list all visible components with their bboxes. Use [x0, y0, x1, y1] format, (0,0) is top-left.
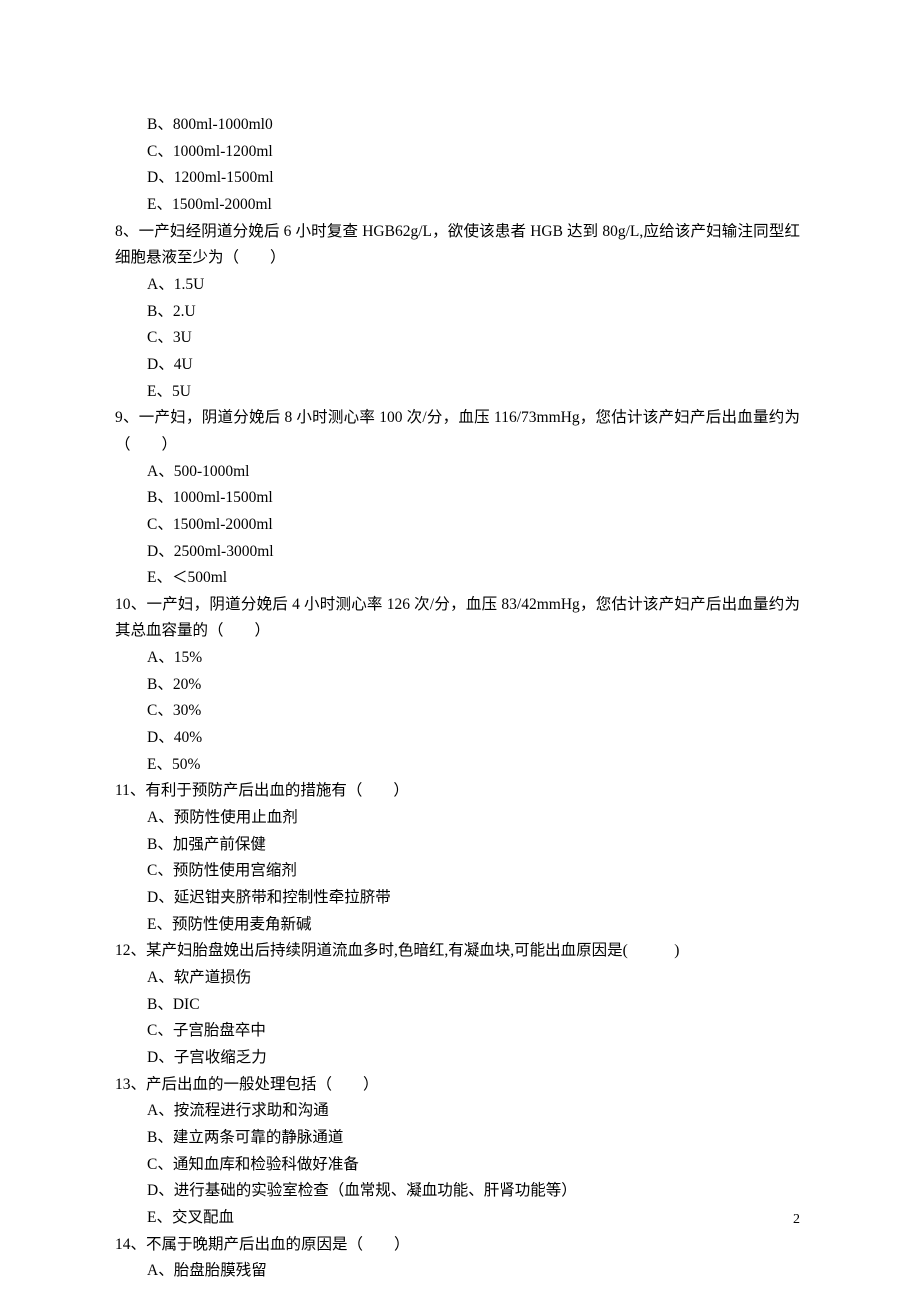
- question-11-stem: 11、有利于预防产后出血的措施有（ ）: [115, 778, 800, 805]
- option-e: E、交叉配血: [115, 1205, 800, 1232]
- question-13-stem: 13、产后出血的一般处理包括（ ）: [115, 1072, 800, 1099]
- option-a: A、胎盘胎膜残留: [115, 1258, 800, 1285]
- question-9-stem: 9、一产妇，阴道分娩后 8 小时测心率 100 次/分，血压 116/73mmH…: [115, 405, 800, 458]
- option-a: A、预防性使用止血剂: [115, 805, 800, 832]
- option-e: E、1500ml-2000ml: [115, 192, 800, 219]
- option-b: B、20%: [115, 672, 800, 699]
- option-a: A、500-1000ml: [115, 459, 800, 486]
- option-d: D、4U: [115, 352, 800, 379]
- option-d: D、1200ml-1500ml: [115, 165, 800, 192]
- option-b: B、建立两条可靠的静脉通道: [115, 1125, 800, 1152]
- option-b: B、800ml-1000ml0: [115, 112, 800, 139]
- question-8-stem: 8、一产妇经阴道分娩后 6 小时复查 HGB62g/L，欲使该患者 HGB 达到…: [115, 219, 800, 272]
- option-b: B、1000ml-1500ml: [115, 485, 800, 512]
- option-c: C、预防性使用宫缩剂: [115, 858, 800, 885]
- page-number: 2: [793, 1208, 800, 1232]
- option-c: C、通知血库和检验科做好准备: [115, 1152, 800, 1179]
- option-e: E、50%: [115, 752, 800, 779]
- option-e: E、＜500ml: [115, 565, 800, 592]
- option-c: C、子宫胎盘卒中: [115, 1018, 800, 1045]
- option-b: B、加强产前保健: [115, 832, 800, 859]
- option-c: C、3U: [115, 325, 800, 352]
- option-d: D、40%: [115, 725, 800, 752]
- option-b: B、2.U: [115, 299, 800, 326]
- option-d: D、延迟钳夹脐带和控制性牵拉脐带: [115, 885, 800, 912]
- option-a: A、1.5U: [115, 272, 800, 299]
- option-d: D、2500ml-3000ml: [115, 539, 800, 566]
- option-d: D、进行基础的实验室检查（血常规、凝血功能、肝肾功能等）: [115, 1178, 800, 1205]
- page-content: B、800ml-1000ml0 C、1000ml-1200ml D、1200ml…: [0, 0, 920, 1285]
- option-a: A、软产道损伤: [115, 965, 800, 992]
- option-c: C、1000ml-1200ml: [115, 139, 800, 166]
- option-d: D、子宫收缩乏力: [115, 1045, 800, 1072]
- option-a: A、15%: [115, 645, 800, 672]
- option-b: B、DIC: [115, 992, 800, 1019]
- question-14-stem: 14、不属于晚期产后出血的原因是（ ）: [115, 1232, 800, 1259]
- option-e: E、预防性使用麦角新碱: [115, 912, 800, 939]
- option-c: C、1500ml-2000ml: [115, 512, 800, 539]
- option-e: E、5U: [115, 379, 800, 406]
- option-c: C、30%: [115, 698, 800, 725]
- question-10-stem: 10、一产妇，阴道分娩后 4 小时测心率 126 次/分，血压 83/42mmH…: [115, 592, 800, 645]
- option-a: A、按流程进行求助和沟通: [115, 1098, 800, 1125]
- question-12-stem: 12、某产妇胎盘娩出后持续阴道流血多时,色暗红,有凝血块,可能出血原因是( ): [115, 938, 800, 965]
